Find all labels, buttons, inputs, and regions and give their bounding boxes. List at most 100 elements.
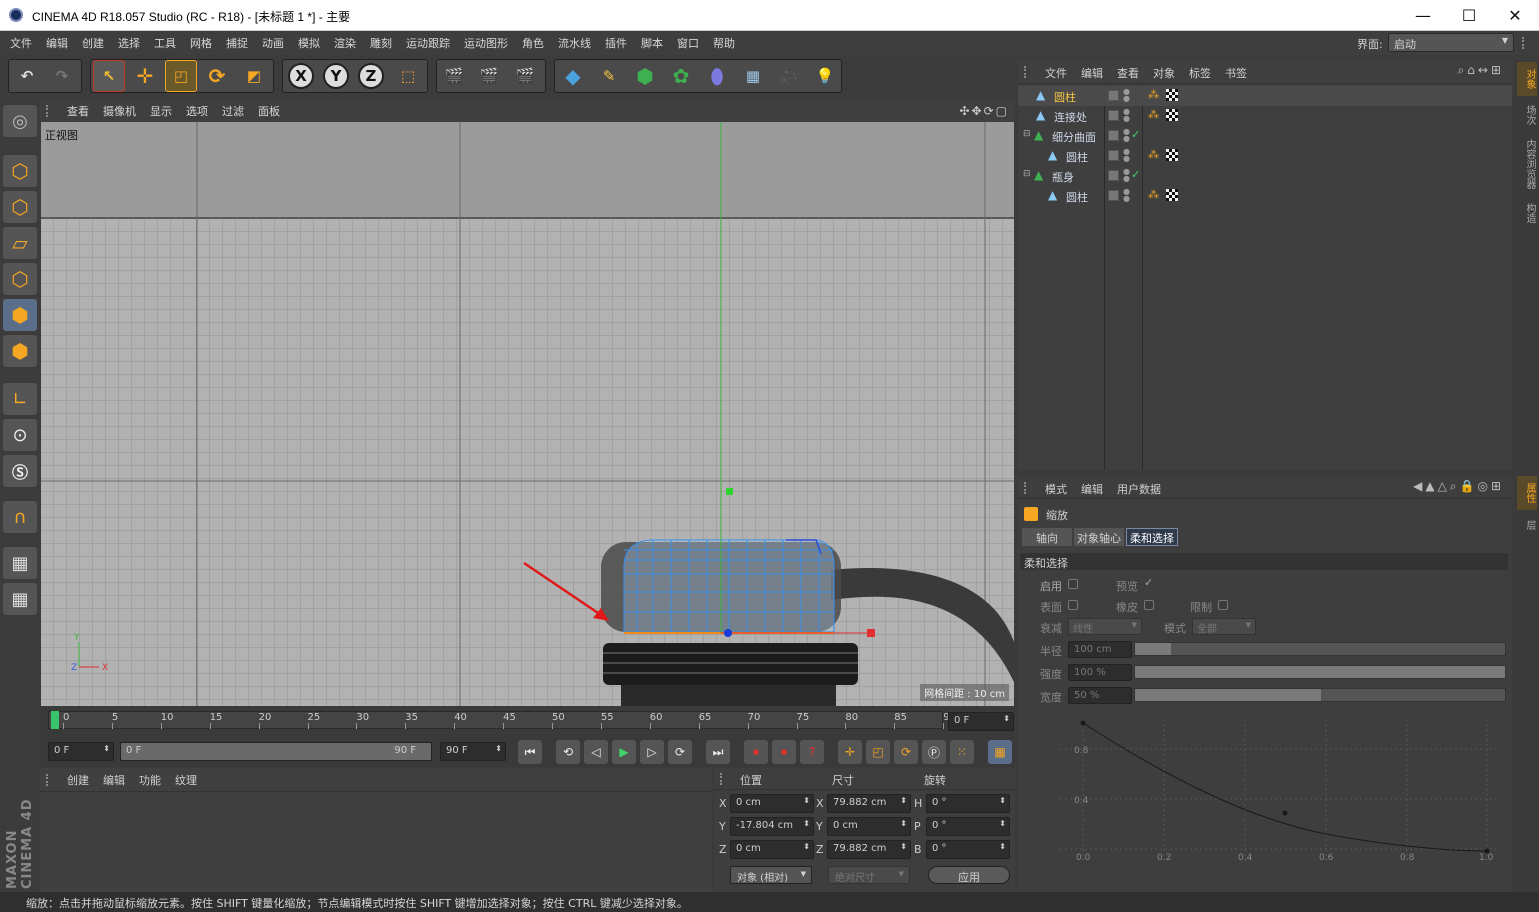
material-tag-icon[interactable] <box>1166 89 1178 101</box>
viewport-menu-item-4[interactable]: 过滤 <box>215 103 251 119</box>
surface-checkbox[interactable] <box>1068 600 1078 610</box>
deformer-button[interactable]: ⬮ <box>701 60 733 92</box>
visibility-dots-icon[interactable]: ● ● <box>1123 188 1130 203</box>
menu-item-9[interactable]: 渲染 <box>327 35 363 51</box>
visibility-dots-icon[interactable]: ● ● <box>1123 108 1130 123</box>
next-key-button[interactable]: ⟳ <box>668 740 692 764</box>
maximize-button[interactable]: ☐ <box>1446 0 1492 31</box>
tab-soft-selection[interactable]: 柔和选择 <box>1126 528 1178 546</box>
object-row[interactable]: ⊟ ▲ 细分曲面 ● ● ✓ <box>1018 126 1512 146</box>
record-keys-icon[interactable]: ⏺ <box>744 740 768 764</box>
rotation-field[interactable]: 0 ° ⬍ <box>926 817 1010 836</box>
object-menu-item-2[interactable]: 查看 <box>1110 65 1146 81</box>
panel-grip-icon[interactable] <box>46 105 60 117</box>
layer-icon[interactable] <box>1108 90 1119 101</box>
key-rotation-icon[interactable]: ⟳ <box>894 740 918 764</box>
material-menu-item-2[interactable]: 功能 <box>132 772 168 788</box>
width-field[interactable]: 50 % <box>1068 687 1132 704</box>
axis-origin-handle[interactable] <box>724 629 732 637</box>
enable-checkbox[interactable] <box>1068 579 1078 589</box>
position-field[interactable]: 0 cm ⬍ <box>730 840 814 859</box>
attribute-nav-icons[interactable]: ◀▲△⌕🔒◎⊞ <box>1413 479 1504 494</box>
start-frame-field[interactable]: 0 F ⬍ <box>48 742 114 761</box>
object-name[interactable]: 圆柱 <box>1066 149 1088 165</box>
menu-item-12[interactable]: 运动图形 <box>457 35 515 51</box>
rotation-field[interactable]: 0 ° ⬍ <box>926 840 1010 859</box>
preview-check-icon[interactable]: ✓ <box>1144 576 1153 589</box>
menu-item-14[interactable]: 流水线 <box>551 35 598 51</box>
material-menu-item-1[interactable]: 编辑 <box>96 772 132 788</box>
apply-button[interactable]: 应用 <box>928 866 1010 884</box>
position-field[interactable]: -17.804 cm ⬍ <box>730 817 814 836</box>
frame-range-slider[interactable]: 0 F 90 F <box>120 742 432 761</box>
layer-icon[interactable] <box>1108 190 1119 201</box>
tweak-mode-icon[interactable]: ⊙ <box>3 419 37 451</box>
menu-item-2[interactable]: 创建 <box>75 35 111 51</box>
menu-item-15[interactable]: 插件 <box>598 35 634 51</box>
tab-attributes[interactable]: 属性 <box>1517 476 1537 510</box>
floor-button[interactable]: ▦ <box>737 60 769 92</box>
material-tag-icon[interactable] <box>1166 149 1178 161</box>
radius-field[interactable]: 100 cm <box>1068 641 1132 658</box>
panel-grip-icon[interactable] <box>46 773 60 786</box>
viewport-menu-item-1[interactable]: 摄像机 <box>96 103 143 119</box>
size-field[interactable]: 79.882 cm ⬍ <box>827 840 911 859</box>
layer-icon[interactable] <box>1108 110 1119 121</box>
workplane-mode-icon[interactable]: ▱ <box>3 227 37 259</box>
go-to-start-button[interactable]: ⏮ <box>518 740 542 764</box>
object-menu-item-0[interactable]: 文件 <box>1038 65 1074 81</box>
selected-cylinder-wireframe[interactable] <box>623 539 835 633</box>
menu-item-5[interactable]: 网格 <box>183 35 219 51</box>
go-to-end-button[interactable]: ⏭ <box>706 740 730 764</box>
enabled-check-icon[interactable]: ✓ <box>1131 168 1140 181</box>
previous-frame-button[interactable]: ◁ <box>584 740 608 764</box>
light-button[interactable]: 💡 <box>809 60 841 92</box>
object-name[interactable]: 圆柱 <box>1054 89 1076 105</box>
visibility-dots-icon[interactable]: ● ● <box>1123 148 1130 163</box>
workplane-lock-icon[interactable]: ▦ <box>3 547 37 579</box>
close-button[interactable]: ✕ <box>1492 0 1538 31</box>
timeline-ruler[interactable]: 051015202530354045505560657075808590 0 F… <box>40 707 1015 737</box>
play-button[interactable]: ▶ <box>612 740 636 764</box>
tab-takes[interactable]: 场次 <box>1517 100 1537 130</box>
phong-tag-icon[interactable]: ⁂ <box>1148 88 1159 101</box>
mode-select[interactable]: 全部 ▼ <box>1192 618 1256 635</box>
visibility-dots-icon[interactable]: ● ● <box>1123 168 1130 183</box>
tab-object-axis[interactable]: 对象轴心 <box>1074 528 1124 546</box>
workplane-snap-icon[interactable]: ▦ <box>3 583 37 615</box>
model-mode-icon[interactable]: ⬡ <box>3 155 37 187</box>
size-field[interactable]: 0 cm ⬍ <box>827 817 911 836</box>
stepper-icon[interactable]: ⬍ <box>900 819 907 828</box>
recent-tool-button[interactable]: ◩ <box>238 60 270 92</box>
points-mode-icon[interactable]: ⬡ <box>3 263 37 295</box>
material-menu-item-0[interactable]: 创建 <box>60 772 96 788</box>
menu-item-1[interactable]: 编辑 <box>39 35 75 51</box>
stepper-icon[interactable]: ⬍ <box>999 819 1006 828</box>
panel-grip-icon[interactable] <box>1024 66 1034 78</box>
x-scale-handle[interactable] <box>867 629 875 637</box>
z-axis-lock-button[interactable]: Z <box>355 60 387 92</box>
enable-axis-icon[interactable]: ∟ <box>3 383 37 415</box>
attribute-menu-item-1[interactable]: 编辑 <box>1074 481 1110 497</box>
previous-key-button[interactable]: ⟲ <box>556 740 580 764</box>
menu-item-13[interactable]: 角色 <box>515 35 551 51</box>
phong-tag-icon[interactable]: ⁂ <box>1148 108 1159 121</box>
end-frame-field[interactable]: 90 F ⬍ <box>440 742 506 761</box>
undo-button[interactable]: ↶ <box>11 60 43 92</box>
menu-item-17[interactable]: 窗口 <box>670 35 706 51</box>
phong-tag-icon[interactable]: ⁂ <box>1148 188 1159 201</box>
tab-structure[interactable]: 构造 <box>1517 198 1537 228</box>
cube-object-button[interactable]: ◆ <box>557 60 589 92</box>
move-button[interactable]: ✛ <box>129 60 161 92</box>
menu-item-8[interactable]: 模拟 <box>291 35 327 51</box>
array-button[interactable]: ✿ <box>665 60 697 92</box>
object-menu-item-3[interactable]: 对象 <box>1146 65 1182 81</box>
object-name[interactable]: 圆柱 <box>1066 189 1088 205</box>
visibility-dots-icon[interactable]: ● ● <box>1123 128 1130 143</box>
object-menu-item-4[interactable]: 标签 <box>1182 65 1218 81</box>
key-point-level-icon[interactable]: ⁙ <box>950 740 974 764</box>
collapse-icon[interactable]: ⊟ <box>1023 129 1031 139</box>
strength-slider[interactable] <box>1134 665 1506 679</box>
key-position-icon[interactable]: ✛ <box>838 740 862 764</box>
phong-tag-icon[interactable]: ⁂ <box>1148 148 1159 161</box>
